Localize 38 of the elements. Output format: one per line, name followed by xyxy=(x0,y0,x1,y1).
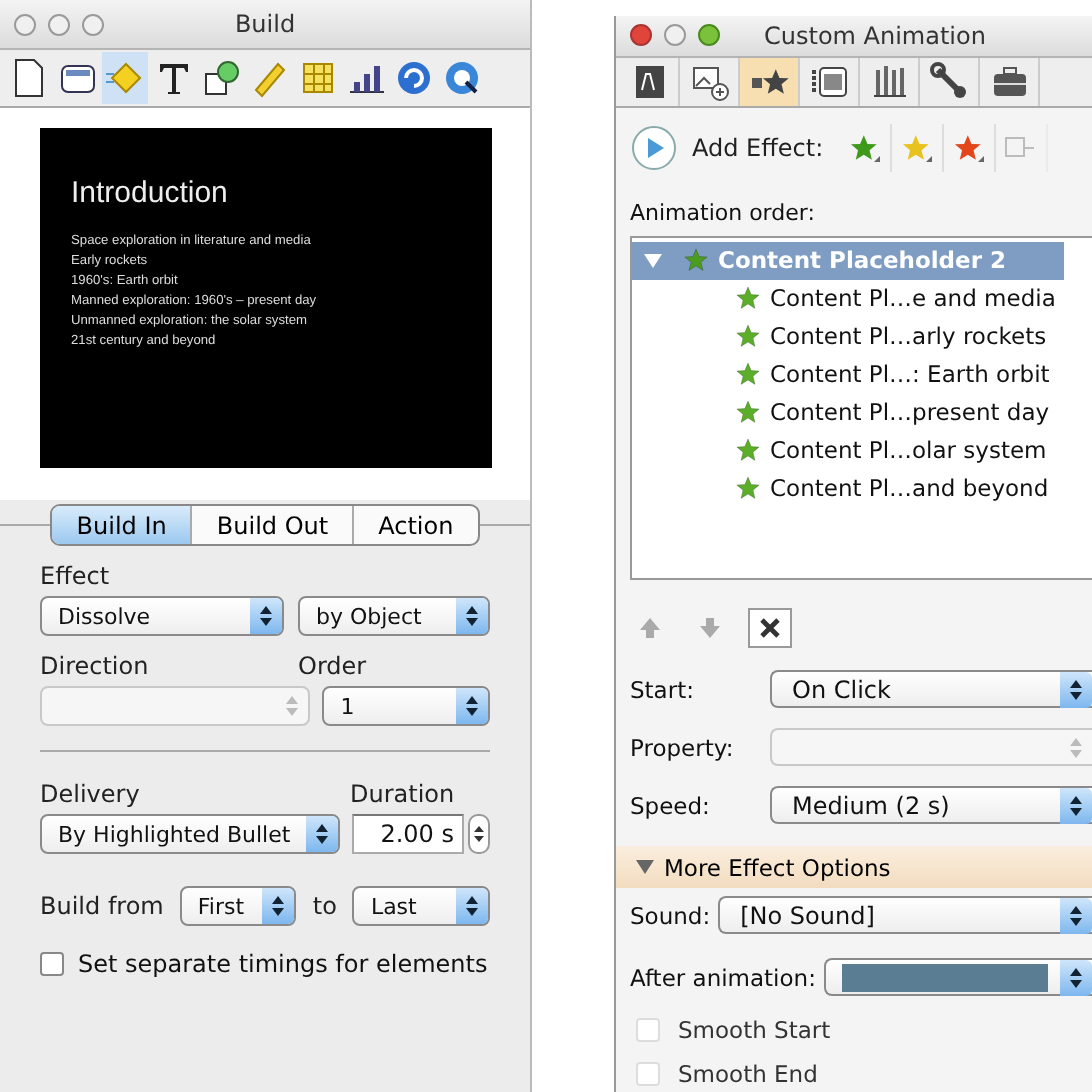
field-label: Effect xyxy=(40,562,112,590)
delivery-dropdown[interactable]: by Object xyxy=(298,596,490,636)
window-title: Build xyxy=(234,10,296,38)
sound-dropdown[interactable]: [No Sound] xyxy=(718,896,1092,934)
from-dropdown[interactable]: First xyxy=(179,886,297,926)
field-label: Property: xyxy=(630,733,736,762)
list-row[interactable]: Content Pl…olar system xyxy=(632,431,1072,470)
list-row[interactable]: Content Pl…and beyond xyxy=(632,469,1072,508)
list-row[interactable]: Content Pl…present day xyxy=(632,393,1072,432)
field-label: Speed: xyxy=(630,791,712,820)
list-row[interactable]: Content Pl…e and media xyxy=(632,279,1072,318)
slide-title: Introduction xyxy=(71,176,230,210)
field-label: Duration xyxy=(350,780,457,808)
window-title: Custom Animation xyxy=(764,21,986,50)
list-row[interactable]: Content Pl…: Earth orbit xyxy=(632,355,1072,394)
speed-dropdown[interactable]: Medium (2 s) xyxy=(770,786,1092,825)
start-dropdown[interactable]: On Click xyxy=(770,670,1092,709)
checkbox[interactable]: Set separate timings for elements xyxy=(40,950,490,978)
order-dropdown[interactable]: 1 xyxy=(322,686,490,726)
tab[interactable]: Action xyxy=(354,506,478,544)
field-label: Sound: xyxy=(630,901,711,929)
effect-dropdown[interactable]: Dissolve xyxy=(40,596,284,636)
tab[interactable]: Build In xyxy=(52,506,193,544)
field-label: Order xyxy=(298,652,369,680)
to-dropdown[interactable]: Last xyxy=(352,886,490,926)
field-label: to xyxy=(312,892,337,920)
field-label: Build from xyxy=(40,892,164,920)
add-effect-label: Add Effect: xyxy=(692,133,824,162)
field-label: After animation: xyxy=(630,963,816,991)
delivery-dropdown[interactable]: By Highlighted Bullet xyxy=(40,814,340,854)
tab[interactable]: Build Out xyxy=(192,506,355,544)
list-row[interactable]: Content Pl…arly rockets xyxy=(632,317,1072,356)
section-header[interactable]: More Effect Options xyxy=(616,846,1092,888)
field-label: Start: xyxy=(630,675,696,704)
field-label: Delivery xyxy=(40,780,140,808)
field-label: Direction xyxy=(40,652,149,680)
duration-field[interactable]: 2.00 s xyxy=(352,814,464,854)
list-label: Animation order: xyxy=(628,197,817,230)
